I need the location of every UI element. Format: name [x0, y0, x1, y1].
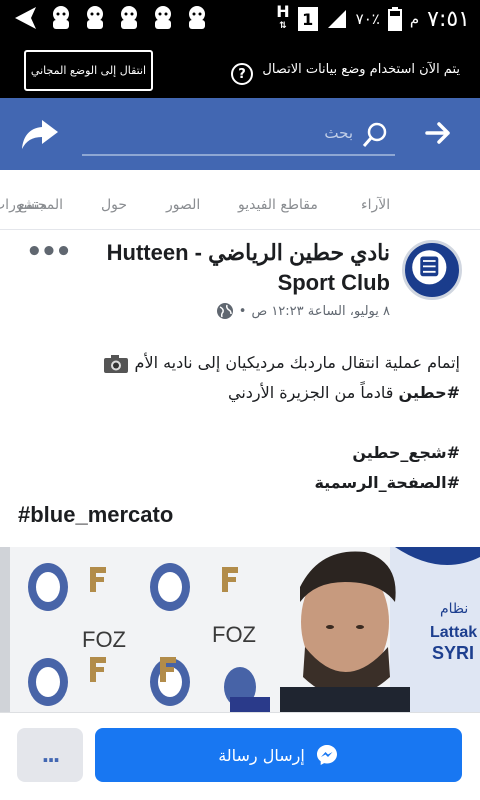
notification-icon [53, 6, 69, 29]
forward-arrow-icon[interactable] [423, 118, 453, 148]
switch-to-free-mode-button[interactable]: انتقال إلى الوضع المجاني [24, 50, 153, 91]
post-options-icon[interactable]: ••• [26, 237, 72, 267]
notification-icon [155, 6, 171, 29]
search-input[interactable]: بحث [82, 116, 395, 156]
post-date[interactable]: ٨ يوليو، الساعة ١٢:٢٣ ص [251, 304, 390, 319]
share-icon[interactable] [20, 116, 60, 152]
post-line-2: #حطين قادماً من الجزيرة الأردني [15, 378, 460, 408]
post-meta: ٨ يوليو، الساعة ١٢:٢٣ ص • [216, 302, 390, 320]
post-line-1-text: إتمام عملية انتقال ماردبك مرديكيان إلى ن… [134, 353, 460, 372]
camera-icon [104, 354, 129, 373]
hashtag-blue-mercato[interactable]: #blue_mercato [18, 502, 173, 528]
tab-photos[interactable]: الصور [166, 197, 200, 213]
status-bar: H ⇅ 1 ٧٠٪ م ٧:٥١ [0, 0, 480, 38]
search-icon [362, 122, 387, 147]
page-avatar[interactable] [402, 240, 462, 300]
tab-reviews[interactable]: الآراء [361, 197, 390, 213]
notification-icon [87, 6, 103, 29]
help-icon[interactable]: ? [231, 63, 253, 85]
photo-text-3: Lattak [430, 624, 477, 641]
send-message-label: إرسال رسالة [218, 745, 305, 765]
post-photo[interactable]: FOZ FOZ Lattak SYRI نظام [0, 547, 480, 713]
data-mode-message: يتم الآن استخدام وضع بيانات الاتصال [262, 62, 460, 77]
search-placeholder: بحث [324, 124, 353, 142]
back-arrow-icon[interactable] [10, 4, 40, 32]
tab-videos[interactable]: مقاطع الفيديو [238, 197, 318, 213]
photo-text-2: FOZ [212, 622, 256, 647]
more-button[interactable]: ... [17, 728, 83, 782]
post-text: إتمام عملية انتقال ماردبك مرديكيان إلى ن… [15, 348, 460, 498]
signal-icon [327, 10, 346, 28]
battery-icon [387, 7, 402, 31]
globe-icon [216, 303, 233, 319]
tab-about[interactable]: حول [101, 197, 127, 213]
clock: ٧:٥١ [427, 6, 470, 32]
photo-text-4: SYRI [432, 643, 474, 663]
meta-separator: • [238, 303, 247, 319]
post-line-2-text: قادماً من الجزيرة الأردني [228, 383, 399, 402]
battery-percent: ٧٠٪ [355, 10, 380, 28]
messenger-icon [316, 745, 337, 765]
network-type-indicator: H ⇅ [276, 2, 290, 32]
hashtag-official-page[interactable]: #الصفحة_الرسمية [15, 468, 460, 498]
tab-community[interactable]: المجتمع [18, 197, 63, 213]
send-message-button[interactable]: إرسال رسالة [95, 728, 462, 782]
sim-indicator: 1 [297, 7, 318, 31]
am-pm: م [409, 10, 420, 28]
hashtag-cheer[interactable]: #شجع_حطين [15, 438, 460, 468]
hashtag-hutteen[interactable]: #حطين [399, 383, 460, 402]
photo-text-5: نظام [440, 601, 468, 617]
notification-icon [189, 6, 205, 29]
notification-icon [121, 6, 137, 29]
post-line-1: إتمام عملية انتقال ماردبك مرديكيان إلى ن… [15, 348, 460, 378]
page-name[interactable]: نادي حطين الرياضي - Hutteen Sport Club [90, 238, 390, 298]
page-tabs: منشورات الآراء مقاطع الفيديو الصور حول ا… [0, 170, 480, 230]
photo-text-1: FOZ [82, 627, 126, 652]
